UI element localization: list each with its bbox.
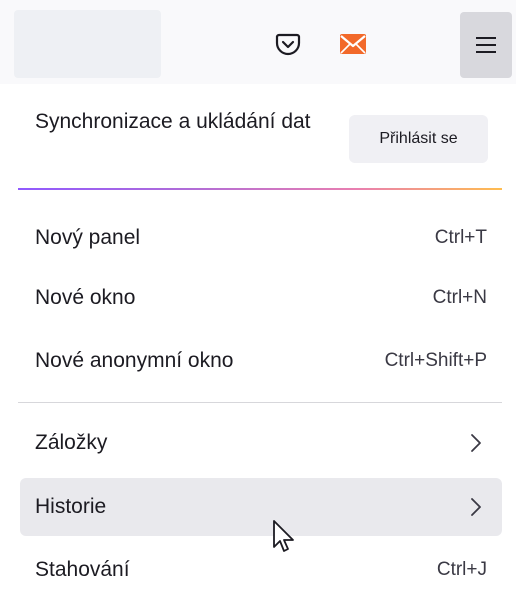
gradient-separator [18, 188, 502, 190]
chevron-right-icon [467, 431, 485, 455]
menu-item-label: Nové okno [35, 286, 136, 309]
menu-item-new-window[interactable]: Nové okno Ctrl+N [20, 269, 502, 327]
toolbar [0, 0, 516, 84]
menu-item-history[interactable]: Historie [20, 478, 502, 536]
menu-item-label: Záložky [35, 431, 108, 454]
menu-item-shortcut: Ctrl+J [436, 559, 487, 580]
menu-item-label: Stahování [35, 558, 130, 581]
sync-section: Synchronizace a ukládání dat Přihlásit s… [0, 86, 516, 190]
hamburger-menu-icon [476, 37, 496, 53]
chevron-right-icon [467, 495, 485, 519]
menu-item-shortcut: Ctrl+T [434, 227, 487, 248]
menu-item-label: Nové anonymní okno [35, 349, 234, 372]
browser-window: Synchronizace a ukládání dat Přihlásit s… [0, 0, 516, 597]
menu-item-new-private-window[interactable]: Nové anonymní okno Ctrl+Shift+P [20, 332, 502, 390]
pocket-button[interactable] [268, 24, 308, 64]
menu-item-shortcut: Ctrl+Shift+P [384, 350, 487, 371]
mail-icon [340, 34, 366, 54]
app-menu-button[interactable] [460, 12, 512, 78]
app-menu-panel: Synchronizace a ukládání dat Přihlásit s… [0, 86, 516, 597]
menu-separator [18, 402, 502, 403]
menu-item-label: Historie [35, 495, 107, 518]
menu-item-bookmarks[interactable]: Záložky [20, 414, 502, 472]
sync-label: Synchronizace a ukládání dat [35, 110, 311, 133]
menu-item-label: Nový panel [35, 226, 141, 249]
pocket-icon [275, 33, 301, 56]
url-bar[interactable] [14, 10, 161, 78]
mail-button[interactable] [333, 24, 373, 64]
sign-in-button[interactable]: Přihlásit se [349, 115, 488, 163]
menu-item-downloads[interactable]: Stahování Ctrl+J [20, 541, 502, 597]
menu-item-new-tab[interactable]: Nový panel Ctrl+T [20, 209, 502, 267]
menu-item-shortcut: Ctrl+N [432, 287, 487, 308]
